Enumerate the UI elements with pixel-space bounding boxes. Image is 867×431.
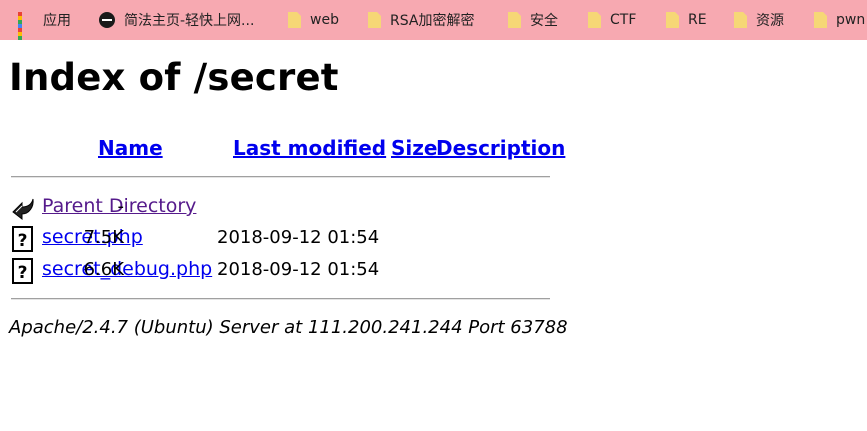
unknown-file-icon: ? [12,226,33,252]
svg-text:?: ? [18,263,28,283]
sort-by-last-modified-link[interactable]: Last modified [233,136,386,160]
server-signature: Apache/2.4.7 (Ubuntu) Server at 111.200.… [9,317,568,338]
bookmark-label: RE [688,12,707,28]
back-arrow-icon [12,198,34,221]
sort-by-size-link[interactable]: Size [391,136,437,160]
bookmark-label: pwn [836,12,866,28]
file-size: 6.6K [83,259,124,280]
file-size: - [117,196,125,217]
bookmark-re[interactable]: RE [666,0,707,40]
bookmark-label: RSA加密解密 [390,13,475,29]
apps-grid-icon [18,12,34,40]
file-link[interactable]: secret_debug.php [42,258,212,280]
bookmark-web[interactable]: web [288,0,339,40]
bookmark-resources[interactable]: 资源 [734,0,784,40]
table-row: Parent Directory - [0,194,560,222]
bookmark-jianfa[interactable]: 简法主页-轻快上网... [99,0,254,40]
folder-icon [588,12,601,28]
bookmark-label: 安全 [530,13,558,29]
bookmark-label: 简法主页-轻快上网... [124,13,255,29]
bookmark-rsa[interactable]: RSA加密解密 [368,0,474,40]
bookmark-pwn[interactable]: pwn [814,0,865,40]
page-title: Index of /secret [9,56,339,99]
folder-icon [666,12,679,28]
bookmark-ctf[interactable]: CTF [588,0,636,40]
header-divider [11,176,550,178]
svg-text:?: ? [18,231,28,251]
folder-icon [288,12,301,28]
bookmark-label: CTF [610,12,637,28]
folder-icon [508,12,521,28]
bookmark-label: 资源 [756,13,784,29]
bookmark-security[interactable]: 安全 [508,0,558,40]
table-row: ? secret.php 2018-09-12 01:54 7.5K [0,225,560,253]
bookmark-label: web [310,12,339,28]
file-size: 7.5K [83,227,124,248]
bookmarks-bar: 应用 简法主页-轻快上网... web RSA加密解密 安全 CTF RE 资源… [0,0,867,40]
folder-icon [734,12,747,28]
table-row: ? secret_debug.php 2018-09-12 01:54 6.6K [0,257,560,285]
footer-divider [11,298,550,300]
sort-by-description-link[interactable]: Description [436,136,565,160]
file-modified: 2018-09-12 01:54 [217,227,380,248]
folder-icon [368,12,381,28]
unknown-file-icon: ? [12,258,33,284]
stop-sign-icon [99,12,115,28]
sort-by-name-link[interactable]: Name [98,136,163,160]
file-modified: 2018-09-12 01:54 [217,259,380,280]
bookmark-apps[interactable]: 应用 [18,0,71,40]
folder-icon [814,12,827,28]
bookmark-label: 应用 [43,13,71,29]
